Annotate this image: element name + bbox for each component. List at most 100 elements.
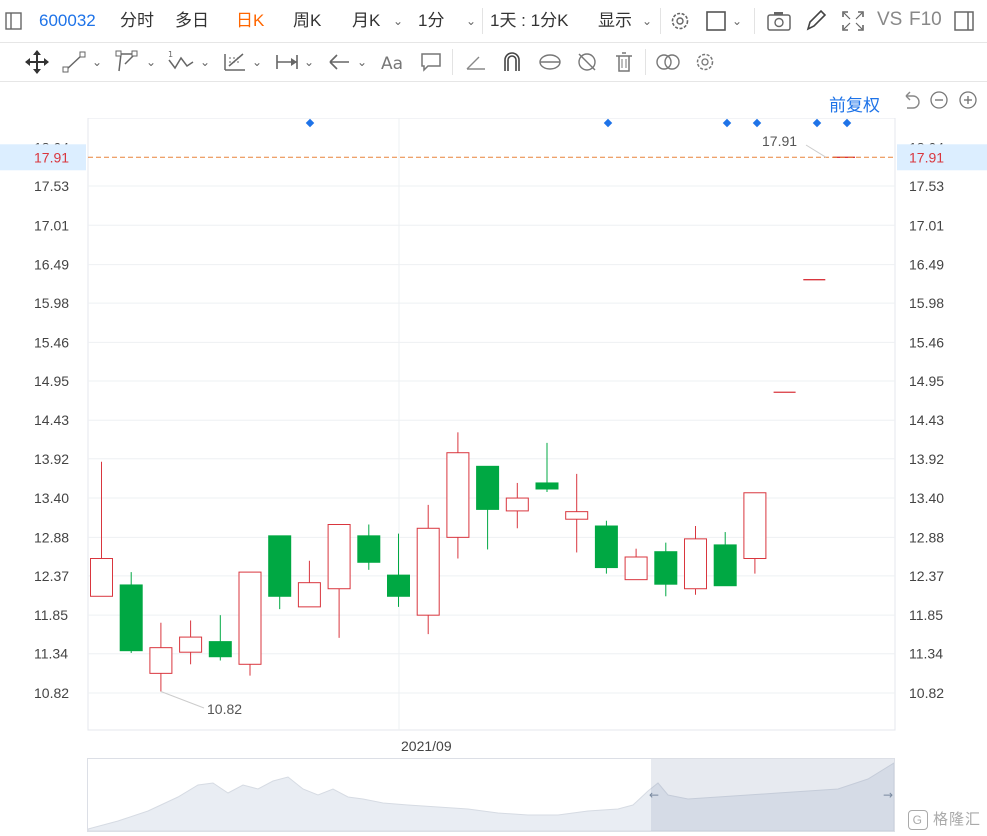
candle <box>357 524 381 570</box>
y-tick-label-right: 13.40 <box>909 490 944 506</box>
y-tick-label-left: 12.88 <box>34 529 69 545</box>
candle <box>387 533 410 607</box>
tab-timeshare[interactable]: 分时 <box>120 11 154 31</box>
layout-box-icon[interactable] <box>703 7 733 35</box>
wave-tool-icon[interactable]: 1 <box>165 48 195 76</box>
plot-border <box>87 117 896 731</box>
current-price-label-left: 17.91 <box>34 149 69 165</box>
candle <box>179 620 203 665</box>
tab-multiday[interactable]: 多日 <box>175 11 209 31</box>
candle <box>684 526 707 595</box>
y-tick-label-right: 12.88 <box>909 529 944 545</box>
candle <box>713 532 737 587</box>
event-marker-icon <box>603 118 613 128</box>
text-tool-icon[interactable]: Aa <box>378 48 408 76</box>
indicator-settings-icon[interactable] <box>690 48 720 76</box>
candle <box>208 615 232 661</box>
candle-body <box>713 544 737 587</box>
tab-1min[interactable]: 1分 <box>418 11 444 31</box>
sidebar-toggle-icon[interactable] <box>2 7 32 35</box>
candle <box>565 473 589 553</box>
line-tool-icon[interactable] <box>60 48 90 76</box>
kline-svg[interactable]: 17.53 17.53 17.01 17.01 16.49 16.49 15.98 15.98… <box>0 117 987 758</box>
current-price-label-right: 17.91 <box>909 149 944 165</box>
candle-body <box>624 556 648 581</box>
low-annotation-label: 10.82 <box>207 701 242 717</box>
navigator-selection[interactable] <box>651 759 894 831</box>
chevron-down-icon[interactable]: ⌄ <box>304 55 314 69</box>
fullscreen-icon[interactable] <box>838 7 868 35</box>
y-tick-label-left: 11.34 <box>34 646 68 662</box>
chart-header: 前复权 <box>0 82 987 118</box>
panel-toggle-icon[interactable] <box>951 7 981 35</box>
interval-selector[interactable]: 1天 : 1分K <box>490 11 568 31</box>
ruler-angle-icon[interactable] <box>461 48 491 76</box>
event-marker-icon <box>842 118 852 128</box>
move-icon[interactable] <box>22 48 52 76</box>
chevron-down-icon[interactable]: ⌄ <box>357 55 367 69</box>
camera-icon[interactable] <box>764 7 794 35</box>
tab-daily-k[interactable]: 日K <box>236 11 264 31</box>
candle-body <box>684 538 707 590</box>
tab-weekly-k[interactable]: 周K <box>293 11 321 31</box>
divider <box>754 8 755 34</box>
candle <box>149 622 173 692</box>
chart-grid <box>87 117 896 731</box>
high-annotation-label: 17.91 <box>762 133 797 149</box>
y-tick-label-right: 15.46 <box>909 334 944 350</box>
display-menu[interactable]: 显示 <box>598 11 632 31</box>
watermark-g-icon: G <box>907 810 928 830</box>
y-tick-label-right: 14.95 <box>909 373 944 389</box>
range-tool-icon[interactable] <box>273 48 303 76</box>
chevron-down-icon[interactable]: ⌄ <box>642 14 652 28</box>
magnet-icon[interactable] <box>497 48 527 76</box>
candle <box>327 524 351 638</box>
low-annotation-leader <box>160 691 205 709</box>
adjust-mode-button[interactable]: 前复权 <box>829 91 880 116</box>
y-tick-label-left: 12.37 <box>34 568 69 584</box>
candle <box>238 571 262 676</box>
svg-text:Aa: Aa <box>381 54 403 74</box>
candle-body <box>149 647 173 674</box>
stock-symbol[interactable]: 600032 <box>39 11 96 31</box>
trash-icon[interactable] <box>609 48 639 76</box>
hide-drawings-icon[interactable] <box>572 48 602 76</box>
y-tick-label-right: 10.82 <box>909 685 944 701</box>
overlay-compare-icon[interactable] <box>653 48 683 76</box>
chevron-down-icon[interactable]: ⌄ <box>393 14 403 28</box>
kline-chart[interactable]: 17.53 17.53 17.01 17.01 16.49 16.49 15.98 15.98… <box>0 117 987 758</box>
y-tick-label-right: 15.98 <box>909 295 944 311</box>
range-navigator[interactable]: ← → <box>87 758 895 832</box>
settings-gear-icon[interactable] <box>665 7 695 35</box>
tab-monthly-k[interactable]: 月K <box>352 11 380 31</box>
fibonacci-tool-icon[interactable] <box>220 48 250 76</box>
y-tick-label-left: 13.40 <box>34 490 69 506</box>
chevron-down-icon[interactable]: ⌄ <box>200 55 210 69</box>
navigator-right-handle[interactable]: → <box>883 788 893 802</box>
main-toolbar: 600032 分时 多日 日K 周K 月K ⌄ 1分 ⌄ 1天 : 1分K 显示… <box>0 0 987 43</box>
chevron-down-icon[interactable]: ⌄ <box>252 55 262 69</box>
y-tick-label-left: 17.53 <box>34 178 69 194</box>
zoom-in-icon[interactable] <box>957 86 979 114</box>
arrow-tool-icon[interactable] <box>325 48 355 76</box>
compare-vs-button[interactable]: VS <box>877 10 902 30</box>
chevron-down-icon[interactable]: ⌄ <box>732 14 742 28</box>
candle-body <box>297 582 321 608</box>
navigator-left-handle[interactable]: ← <box>649 788 659 802</box>
undo-icon[interactable] <box>900 86 922 114</box>
chevron-down-icon[interactable]: ⌄ <box>466 14 476 28</box>
chevron-down-icon[interactable]: ⌄ <box>92 55 102 69</box>
comment-icon[interactable] <box>416 48 446 76</box>
lock-drawing-icon[interactable] <box>535 48 565 76</box>
pencil-icon[interactable] <box>801 7 831 35</box>
zoom-out-icon[interactable] <box>928 86 950 114</box>
y-tick-label-left: 14.95 <box>34 373 69 389</box>
f10-button[interactable]: F10 <box>909 10 942 30</box>
divider <box>482 8 483 34</box>
chevron-down-icon[interactable]: ⌄ <box>146 55 156 69</box>
candle-body <box>476 465 500 510</box>
y-tick-label-right: 17.53 <box>909 178 944 194</box>
candles-layer <box>90 156 855 692</box>
channel-tool-icon[interactable] <box>113 48 143 76</box>
watermark-text: 格隆汇 <box>932 810 981 828</box>
